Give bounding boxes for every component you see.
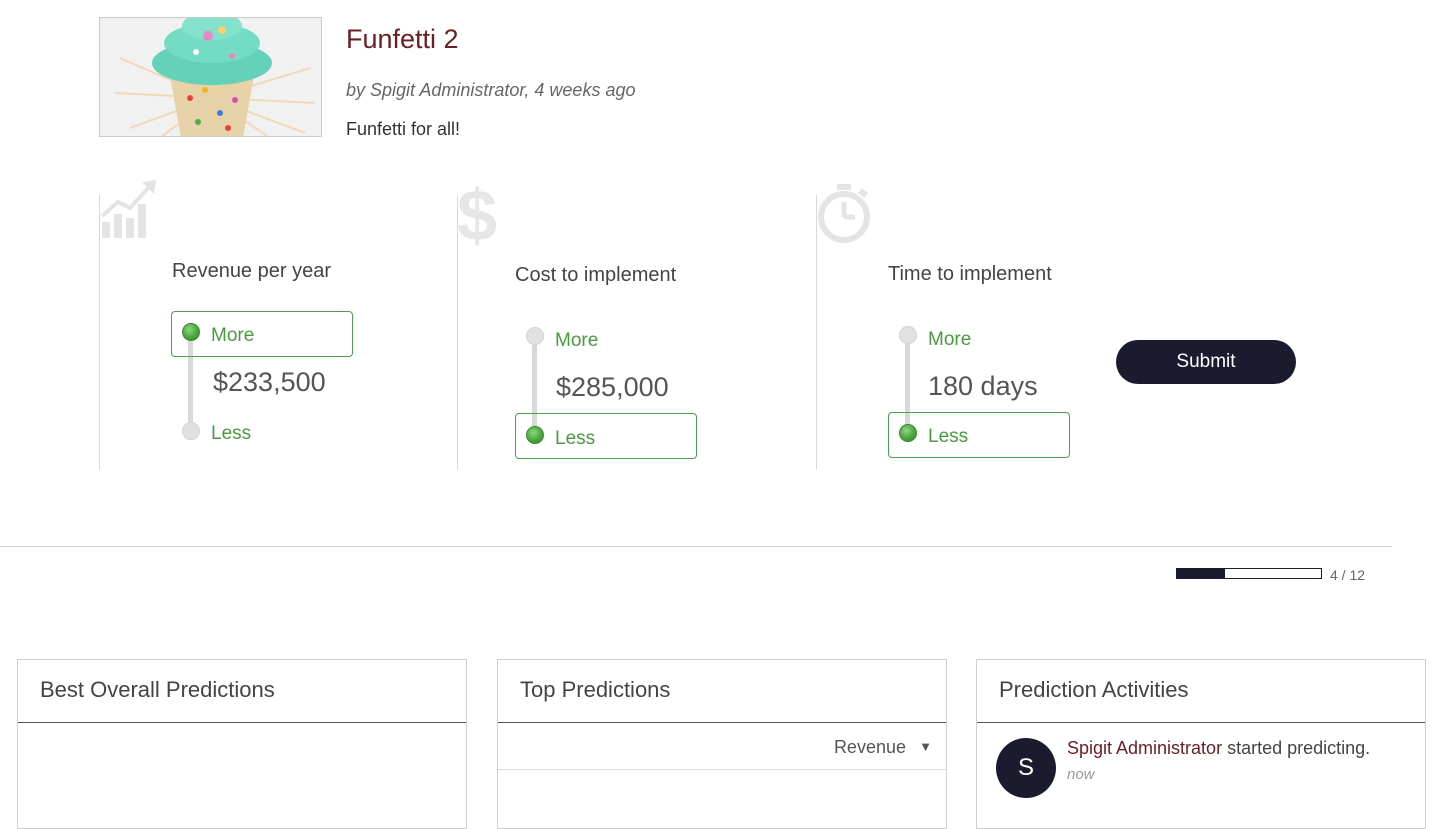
metric-label-revenue: Revenue per year — [172, 260, 331, 282]
slider-handle-more[interactable] — [526, 327, 544, 345]
slider-handle-more[interactable] — [899, 326, 917, 344]
activity-action: started predicting. — [1222, 738, 1371, 758]
option-less-label[interactable]: Less — [211, 423, 251, 445]
caret-down-icon[interactable]: ▼ — [919, 739, 932, 754]
metric-filter-dropdown[interactable]: Revenue ▼ — [498, 723, 946, 770]
progress-bar — [1176, 568, 1322, 579]
slider-handle-more[interactable] — [182, 323, 200, 341]
avatar[interactable]: S — [996, 738, 1056, 798]
stopwatch-icon — [815, 182, 873, 249]
panel-header-rule — [18, 722, 466, 723]
growth-chart-icon — [100, 178, 158, 245]
top-predictions-panel: Top Predictions Revenue ▼ — [497, 659, 947, 829]
best-overall-predictions-panel: Best Overall Predictions — [17, 659, 467, 829]
prediction-activities-panel: Prediction Activities S Spigit Administr… — [976, 659, 1426, 829]
idea-thumbnail[interactable] — [99, 17, 322, 137]
metric-label-time: Time to implement — [888, 263, 1052, 285]
progress-text: 4 / 12 — [1330, 567, 1366, 583]
panel-title: Top Predictions — [520, 677, 671, 702]
option-more-label[interactable]: More — [211, 325, 254, 347]
panel-title: Prediction Activities — [999, 677, 1189, 702]
activity-time: now — [1067, 766, 1095, 783]
dollar-icon: $ — [457, 176, 498, 256]
idea-title[interactable]: Funfetti 2 — [346, 24, 459, 55]
metric-value-cost: $285,000 — [556, 372, 669, 402]
idea-meta: by Spigit Administrator, 4 weeks ago — [346, 80, 636, 100]
progress-fill — [1177, 569, 1225, 578]
cupcake-image — [100, 18, 321, 136]
panel-title: Best Overall Predictions — [40, 677, 275, 702]
option-more-label[interactable]: More — [555, 330, 598, 352]
filter-selected-value[interactable]: Revenue — [834, 737, 906, 758]
activity-user-link[interactable]: Spigit Administrator — [1067, 738, 1222, 758]
slider-handle-less[interactable] — [182, 422, 200, 440]
option-more-label[interactable]: More — [928, 329, 971, 351]
submit-button[interactable]: Submit — [1116, 340, 1296, 384]
option-less-label[interactable]: Less — [555, 428, 595, 450]
activity-text: Spigit Administrator started predicting. — [1067, 738, 1370, 759]
section-divider — [0, 546, 1392, 547]
metric-value-revenue: $233,500 — [213, 367, 326, 397]
slider-handle-less[interactable] — [899, 424, 917, 442]
idea-description: Funfetti for all! — [346, 119, 461, 139]
metric-value-time: 180 days — [928, 371, 1038, 401]
slider-handle-less[interactable] — [526, 426, 544, 444]
panel-header-rule — [977, 722, 1425, 723]
option-less-label[interactable]: Less — [928, 426, 968, 448]
metric-label-cost: Cost to implement — [515, 264, 677, 286]
